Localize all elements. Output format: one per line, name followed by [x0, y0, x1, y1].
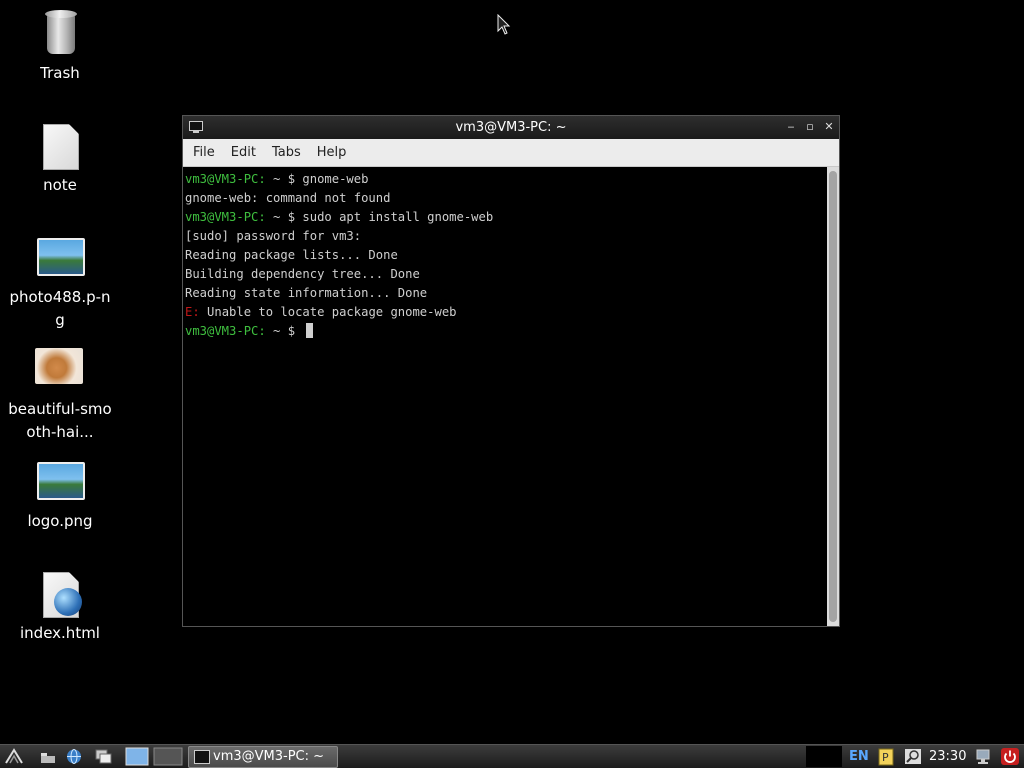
clock[interactable]: 23:30: [929, 745, 966, 768]
window-title: vm3@VM3-PC: ~: [455, 120, 567, 135]
network-icon[interactable]: [973, 747, 993, 766]
command-text: sudo apt install gnome-web: [302, 210, 494, 224]
cat-thumbnail-icon: [32, 346, 88, 394]
desktop-icon-logo[interactable]: logo.png: [0, 458, 120, 533]
desktop-icon-photo488[interactable]: photo488.p-ng: [0, 234, 120, 332]
vertical-scrollbar[interactable]: [827, 167, 839, 626]
desktop-icon-label: photo488.p-ng: [9, 288, 111, 329]
text-file-icon: [32, 122, 88, 170]
terminal-line: Reading state information... Done: [185, 286, 428, 300]
keyboard-layout-indicator[interactable]: EN: [849, 745, 869, 768]
image-file-icon: [32, 234, 88, 282]
taskbar: vm3@VM3-PC: ~ EN P 23:30: [0, 744, 1024, 768]
desktop-icon-beautiful-smooth-hair[interactable]: beautiful-smooth-hai...: [0, 346, 120, 444]
svg-text:P: P: [882, 751, 889, 764]
power-icon[interactable]: [1000, 747, 1020, 766]
menu-edit[interactable]: Edit: [223, 139, 264, 166]
html-file-icon: [32, 570, 88, 618]
workspace-2-icon[interactable]: [153, 747, 183, 766]
terminal-line: gnome-web: command not found: [185, 191, 391, 205]
image-file-icon: [32, 458, 88, 506]
search-icon[interactable]: [903, 747, 923, 766]
maximize-button[interactable]: ▫: [803, 120, 817, 134]
terminal-line: [sudo] password for vm3:: [185, 229, 362, 243]
prompt: vm3@VM3-PC:: [185, 172, 266, 186]
terminal-output[interactable]: vm3@VM3-PC: ~ $ gnome-web gnome-web: comm…: [183, 167, 827, 626]
desktop-icon-label: Trash: [40, 64, 80, 82]
prompt: vm3@VM3-PC:: [185, 324, 266, 338]
trash-icon: [32, 10, 88, 58]
prompt-suffix: ~ $: [265, 172, 303, 186]
terminal-icon: [194, 750, 210, 764]
desktop-icon-label: index.html: [20, 624, 100, 642]
prompt: vm3@VM3-PC:: [185, 210, 266, 224]
tray-spacer: [806, 746, 842, 767]
terminal-line: vm3@VM3-PC: ~ $ sudo apt install gnome-w…: [185, 208, 825, 227]
desktop-icon-label: logo.png: [27, 512, 93, 530]
menubar: File Edit Tabs Help: [183, 139, 839, 167]
scrollbar-thumb[interactable]: [829, 171, 837, 622]
clipboard-icon[interactable]: P: [876, 747, 896, 766]
text-cursor: [306, 323, 314, 338]
desktop-icon-note[interactable]: note: [0, 122, 120, 197]
start-menu-icon[interactable]: [4, 747, 24, 766]
prompt-suffix: ~ $: [265, 210, 303, 224]
taskbar-window-label: vm3@VM3-PC: ~: [213, 749, 325, 764]
desktop: Trash note photo488.p-ng beautiful-smoot…: [0, 0, 1024, 744]
desktop-icon-index-html[interactable]: index.html: [0, 570, 120, 645]
web-browser-icon[interactable]: [64, 747, 84, 766]
terminal-line: vm3@VM3-PC: ~ $: [185, 322, 825, 341]
prompt-suffix: ~ $: [265, 324, 303, 338]
window-titlebar[interactable]: vm3@VM3-PC: ~ ‒ ▫ ✕: [183, 116, 839, 139]
taskbar-window-button[interactable]: vm3@VM3-PC: ~: [188, 746, 338, 768]
mouse-cursor-icon: [497, 14, 511, 35]
terminal-icon: [189, 121, 203, 133]
terminal-line: vm3@VM3-PC: ~ $ gnome-web: [185, 170, 825, 189]
close-button[interactable]: ✕: [822, 120, 836, 134]
desktop-icon-label: beautiful-smooth-hai...: [8, 400, 112, 441]
terminal-line: Building dependency tree... Done: [185, 267, 420, 281]
minimize-button[interactable]: ‒: [784, 120, 798, 134]
workspace-1-icon[interactable]: [125, 747, 149, 766]
terminal-line: Reading package lists... Done: [185, 248, 398, 262]
terminal-window[interactable]: vm3@VM3-PC: ~ ‒ ▫ ✕ File Edit Tabs Help vm3…: [182, 115, 840, 627]
file-manager-icon[interactable]: [93, 747, 113, 766]
command-text: gnome-web: [302, 172, 369, 186]
show-desktop-icon[interactable]: [38, 747, 58, 766]
desktop-icon-trash[interactable]: Trash: [0, 10, 120, 85]
error-message: Unable to locate package gnome-web: [199, 305, 457, 319]
menu-help[interactable]: Help: [309, 139, 355, 166]
error-prefix: E:: [185, 305, 200, 319]
terminal-line: E: Unable to locate package gnome-web: [185, 303, 825, 322]
menu-tabs[interactable]: Tabs: [264, 139, 309, 166]
desktop-icon-label: note: [43, 176, 77, 194]
menu-file[interactable]: File: [185, 139, 223, 166]
